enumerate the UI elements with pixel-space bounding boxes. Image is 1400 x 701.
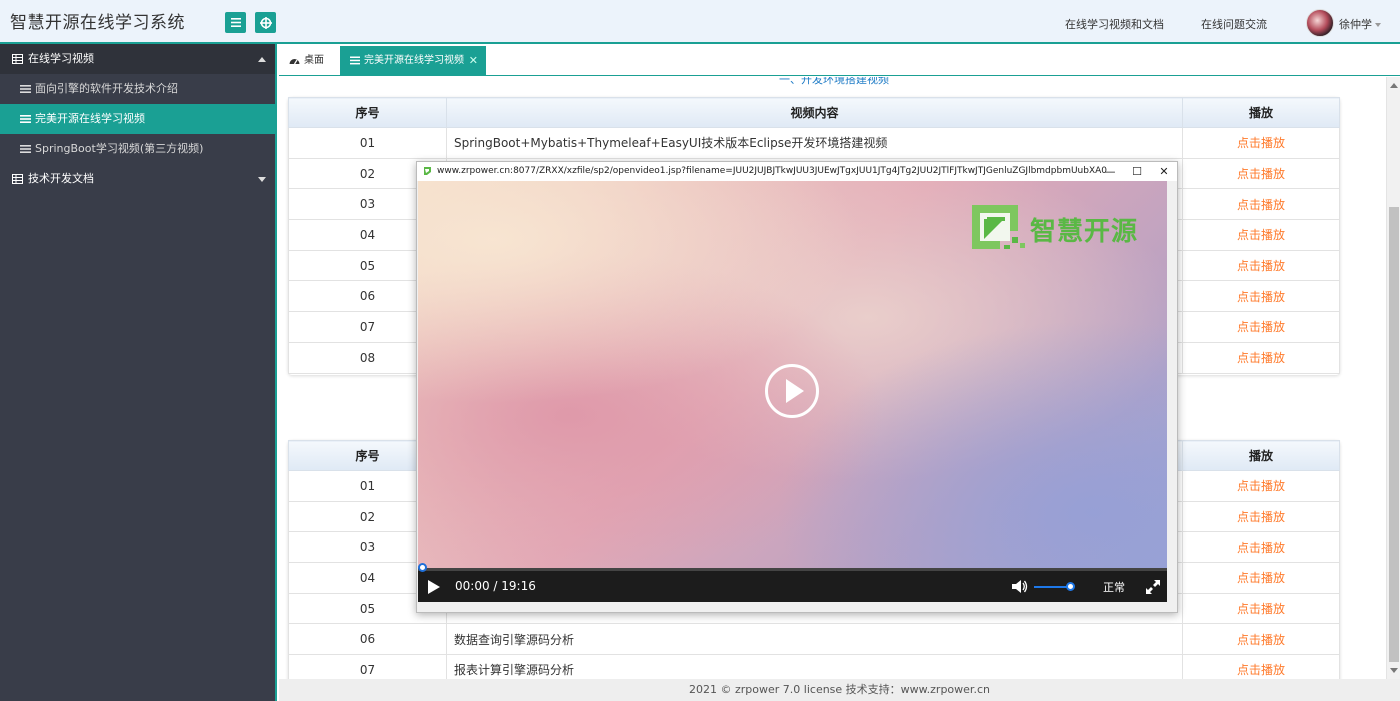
play-link[interactable]: 点击播放 [1182, 341, 1340, 374]
chevron-down-icon [258, 177, 266, 182]
dashboard-icon [289, 58, 300, 64]
sidebar-group-videos[interactable]: 在线学习视频 [0, 44, 275, 74]
play-link[interactable]: 点击播放 [1182, 311, 1340, 343]
tab-bar: 桌面 完美开源在线学习视频 ✕ [279, 46, 1400, 76]
section-title: 一、开发环境搭建视频 [779, 77, 889, 86]
minimize-button[interactable]: — [1099, 162, 1121, 181]
table-icon [12, 174, 23, 184]
play-link[interactable]: 点击播放 [1182, 562, 1340, 594]
playback-speed[interactable]: 正常 [1103, 579, 1125, 595]
list-icon [350, 56, 360, 64]
play-link[interactable]: 点击播放 [1182, 280, 1340, 313]
popup-titlebar[interactable]: www.zrpower.cn:8077/ZRXX/xzfile/sp2/open… [417, 162, 1177, 181]
header-link-qa[interactable]: 在线问题交流 [1201, 16, 1267, 32]
sidebar-item-label: 在线学习视频 [28, 52, 94, 65]
user-name: 徐仲学 [1339, 18, 1372, 31]
play-link[interactable]: 点击播放 [1182, 249, 1340, 282]
column-header-play: 播放 [1182, 97, 1340, 128]
row-description: SpringBoot+Mybatis+Thymeleaf+EasyUI技术版本E… [446, 127, 1183, 159]
play-link[interactable]: 点击播放 [1182, 470, 1340, 502]
close-button[interactable]: ✕ [1153, 162, 1175, 181]
crosshair-icon [259, 16, 272, 29]
sidebar-item-engine-intro[interactable]: 面向引擎的软件开发技术介绍 [0, 74, 275, 104]
scroll-thumb[interactable] [1389, 207, 1399, 662]
row-number: 01 [288, 127, 447, 159]
tab-desktop[interactable]: 桌面 [279, 46, 339, 76]
scroll-down-icon[interactable] [1390, 668, 1398, 673]
video-controls: 00:00 / 19:16 正常 [418, 563, 1167, 602]
video-player[interactable]: 智慧开源 [418, 181, 1167, 571]
table-icon [12, 54, 23, 64]
scroll-up-icon[interactable] [1390, 83, 1398, 88]
sidebar-item-label: 技术开发文档 [28, 172, 94, 185]
volume-handle[interactable] [1066, 582, 1075, 591]
chevron-down-icon [1375, 23, 1381, 27]
browser-icon [424, 167, 431, 175]
popup-url: www.zrpower.cn:8077/ZRXX/xzfile/sp2/open… [437, 166, 1108, 176]
menu-icon [230, 18, 241, 27]
navigate-button[interactable] [255, 12, 276, 33]
row-number: 07 [288, 654, 447, 679]
play-link[interactable]: 点击播放 [1182, 157, 1340, 190]
list-icon [20, 145, 31, 153]
play-icon[interactable] [428, 580, 440, 594]
top-header: 智慧开源在线学习系统 在线学习视频和文档 在线问题交流 徐仲学 [0, 0, 1400, 44]
sidebar-item-label: 完美开源在线学习视频 [35, 112, 145, 125]
table-row: 07 报表计算引擎源码分析 点击播放 [288, 654, 1340, 679]
play-link[interactable]: 点击播放 [1182, 188, 1340, 221]
sidebar-item-label: 面向引擎的软件开发技术介绍 [35, 82, 178, 95]
time-display: 00:00 / 19:16 [455, 579, 536, 593]
sidebar: 在线学习视频 面向引擎的软件开发技术介绍 完美开源在线学习视频 SpringBo… [0, 44, 277, 701]
video-popup-window[interactable]: www.zrpower.cn:8077/ZRXX/xzfile/sp2/open… [416, 161, 1178, 613]
tab-label: 桌面 [304, 55, 324, 66]
list-icon [20, 115, 31, 123]
row-description: 数据查询引擎源码分析 [446, 623, 1183, 656]
list-icon [20, 85, 31, 93]
table-row: 01 SpringBoot+Mybatis+Thymeleaf+EasyUI技术版… [288, 127, 1340, 159]
chevron-up-icon [258, 57, 266, 62]
maximize-button[interactable]: ☐ [1126, 162, 1148, 181]
volume-icon[interactable] [1012, 579, 1028, 594]
play-link[interactable]: 点击播放 [1182, 531, 1340, 564]
header-link-videos-docs[interactable]: 在线学习视频和文档 [1065, 16, 1164, 32]
tab-label: 完美开源在线学习视频 [364, 55, 464, 66]
sidebar-item-label: SpringBoot学习视频(第三方视频) [35, 142, 204, 155]
table-row: 06 数据查询引擎源码分析 点击播放 [288, 623, 1340, 656]
avatar[interactable] [1306, 9, 1334, 37]
tab-opensource-videos[interactable]: 完美开源在线学习视频 ✕ [340, 46, 486, 76]
row-number: 06 [288, 623, 447, 656]
sidebar-item-opensource-videos[interactable]: 完美开源在线学习视频 [0, 104, 275, 134]
play-link[interactable]: 点击播放 [1182, 592, 1340, 625]
zrpower-logo-icon [972, 205, 1025, 249]
logo-text: 智慧开源 [1030, 217, 1139, 247]
play-circle-icon[interactable] [764, 363, 820, 419]
row-description: 报表计算引擎源码分析 [446, 654, 1183, 679]
sidebar-group-docs[interactable]: 技术开发文档 [0, 164, 275, 194]
play-link[interactable]: 点击播放 [1182, 500, 1340, 533]
progress-handle[interactable] [418, 563, 427, 572]
close-icon[interactable]: ✕ [469, 46, 478, 76]
footer: 2021 © zrpower 7.0 license 技术支持：www.zrpo… [279, 679, 1400, 701]
progress-bar[interactable] [418, 563, 1167, 572]
play-link[interactable]: 点击播放 [1182, 623, 1340, 656]
play-link[interactable]: 点击播放 [1182, 654, 1340, 679]
app-title: 智慧开源在线学习系统 [10, 13, 185, 33]
vertical-scrollbar[interactable] [1386, 77, 1400, 679]
user-menu[interactable]: 徐仲学 [1339, 16, 1381, 32]
play-link[interactable]: 点击播放 [1182, 219, 1340, 251]
menu-toggle-button[interactable] [225, 12, 246, 33]
column-header-play: 播放 [1182, 440, 1340, 471]
fullscreen-icon[interactable] [1146, 580, 1160, 594]
play-link[interactable]: 点击播放 [1182, 127, 1340, 159]
column-header-content: 视频内容 [446, 97, 1183, 128]
column-header-number: 序号 [288, 97, 447, 128]
sidebar-item-springboot-videos[interactable]: SpringBoot学习视频(第三方视频) [0, 134, 275, 164]
